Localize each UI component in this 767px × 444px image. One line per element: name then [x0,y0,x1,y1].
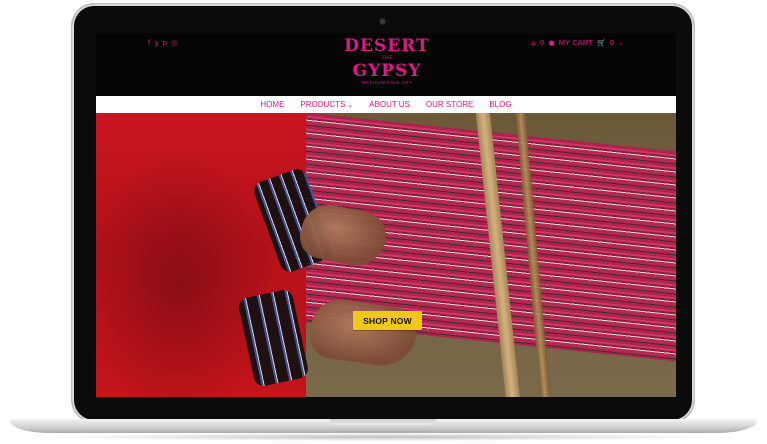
nav-item-products[interactable]: PRODUCTS ⌄ [300,100,353,109]
twitter-icon[interactable]: y [154,39,158,47]
nav-item-about-us[interactable]: ABOUT US [369,100,410,109]
laptop-base-notch [330,419,436,425]
site-logo[interactable]: DESERT THE GYPSY MEXICAN FOLK ART [342,37,432,93]
shop-now-button[interactable]: SHOP NOW [353,311,422,330]
logo-line-1: DESERT [344,36,430,56]
cart-icon[interactable]: 🛒 [597,39,606,47]
nav-item-blog[interactable]: BLOG [489,100,511,109]
hero-banner: SHOP NOW [96,113,676,397]
facebook-icon[interactable]: f [148,39,150,47]
social-links: f y p ◎ [148,39,177,47]
chevron-down-icon[interactable]: ⌄ [618,39,624,47]
laptop-screen: f y p ◎ DESERT THE GYPSY MEXICAN FOLK AR… [96,33,676,397]
main-nav: HOME PRODUCTS ⌄ ABOUT US OUR STORE BLOG [96,96,676,113]
user-icon[interactable]: ● [549,39,555,47]
cart-count: 0 [609,39,615,47]
camera-icon [380,19,385,24]
laptop-shadow [40,433,727,441]
logo-line-3: GYPSY [352,61,422,81]
home-icon[interactable]: ⌂ [531,39,535,47]
header-utility: ⌂ ⚲ ● MY CART 🛒 0 ⌄ [531,39,624,48]
instagram-icon[interactable]: ◎ [171,39,177,47]
chevron-down-icon: ⌄ [347,101,354,109]
screen-bottom-bezel [96,397,676,417]
search-icon[interactable]: ⚲ [540,39,545,47]
cart-label[interactable]: MY CART [559,39,593,47]
site-header: f y p ◎ DESERT THE GYPSY MEXICAN FOLK AR… [96,33,676,96]
pinterest-icon[interactable]: p [163,39,167,47]
nav-item-our-store[interactable]: OUR STORE [426,100,473,109]
nav-item-products-label: PRODUCTS [300,100,346,109]
nav-item-home[interactable]: HOME [260,100,284,109]
